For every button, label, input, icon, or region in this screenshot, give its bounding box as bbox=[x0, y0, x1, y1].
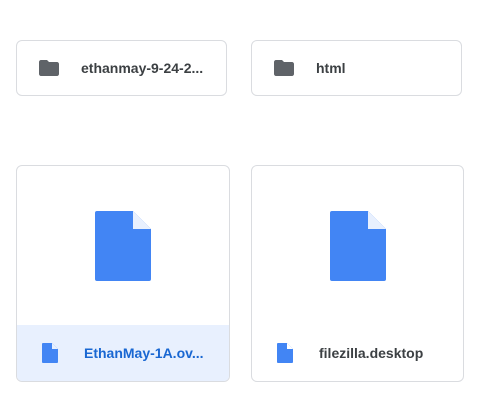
file-card-footer: filezilla.desktop bbox=[252, 325, 463, 381]
file-icon bbox=[277, 343, 293, 363]
file-grid: ethanmay-9-24-2... html EthanMay-1A.ov..… bbox=[0, 0, 480, 400]
folder-icon bbox=[39, 60, 59, 76]
file-icon bbox=[329, 211, 386, 281]
file-icon bbox=[42, 343, 58, 363]
file-preview bbox=[252, 166, 463, 326]
file-name: filezilla.desktop bbox=[319, 345, 424, 361]
folder-name: html bbox=[316, 60, 346, 76]
file-card-filezilla[interactable]: filezilla.desktop bbox=[251, 165, 464, 382]
folder-name: ethanmay-9-24-2... bbox=[81, 60, 204, 76]
file-icon bbox=[95, 211, 151, 281]
file-card-footer: EthanMay-1A.ov... bbox=[17, 325, 229, 381]
folder-item-ethanmay[interactable]: ethanmay-9-24-2... bbox=[16, 40, 227, 96]
file-name: EthanMay-1A.ov... bbox=[84, 345, 204, 361]
folder-icon bbox=[274, 60, 294, 76]
file-preview bbox=[17, 166, 229, 326]
file-card-ethanmay-1a[interactable]: EthanMay-1A.ov... bbox=[16, 165, 230, 382]
folder-item-html[interactable]: html bbox=[251, 40, 462, 96]
